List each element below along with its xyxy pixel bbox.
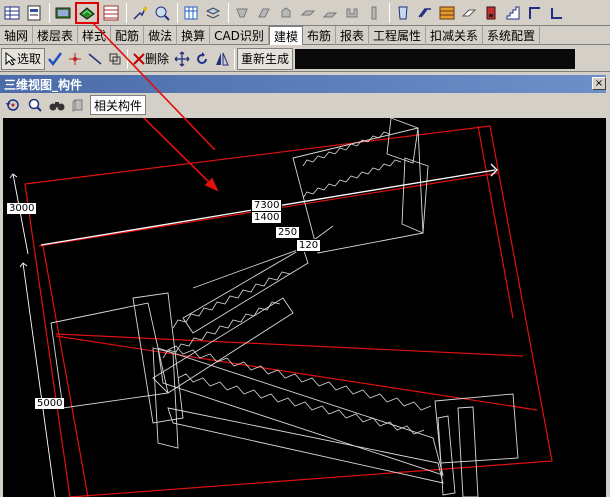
- annotation-arrow: [142, 118, 219, 192]
- tab-style[interactable]: 样式: [78, 26, 112, 45]
- delete-button[interactable]: 删除: [130, 48, 172, 70]
- eraser-icon[interactable]: [459, 3, 479, 23]
- toolbar-separator: [228, 2, 229, 23]
- delete-x-icon: [133, 52, 145, 65]
- beam-icon[interactable]: [415, 3, 435, 23]
- component-icon[interactable]: [68, 95, 90, 115]
- zoom-icon[interactable]: [152, 3, 172, 23]
- side-label-5000: 5000: [35, 398, 65, 409]
- 3d-view-panel: 三维视图_构件 × 相关构件 7300 1400 250 120 3000 50…: [0, 75, 610, 497]
- command-status-area: [295, 48, 576, 69]
- shape4-icon[interactable]: [298, 3, 318, 23]
- line-icon[interactable]: [85, 48, 105, 70]
- shape6-icon[interactable]: [342, 3, 362, 23]
- shape2-icon[interactable]: [254, 3, 274, 23]
- dimension-label-250: 250: [275, 226, 301, 239]
- tab-method[interactable]: 做法: [144, 26, 178, 45]
- point-icon[interactable]: [65, 48, 85, 70]
- side-label-3000: 3000: [7, 203, 37, 214]
- tab-report[interactable]: 报表: [336, 26, 369, 45]
- stair-drawing: [9, 118, 553, 497]
- tab-convert[interactable]: 换算: [177, 26, 211, 45]
- tab-axis[interactable]: 轴网: [0, 26, 34, 45]
- column-icon[interactable]: [393, 3, 413, 23]
- steps-middle: [162, 271, 291, 359]
- view-toolbar: 相关构件: [0, 94, 606, 116]
- tab-rebar[interactable]: 布筋: [303, 26, 336, 45]
- zoom-view-icon[interactable]: [24, 95, 46, 115]
- toolbar-separator: [126, 2, 127, 23]
- command-bar: 选取 删除 重新生成: [0, 46, 610, 72]
- dimension-label-1400: 1400: [251, 211, 283, 224]
- offset-icon[interactable]: [105, 48, 125, 70]
- tab-project-properties[interactable]: 工程属性: [369, 26, 426, 45]
- command-separator: [234, 48, 236, 69]
- shape5-icon[interactable]: [320, 3, 340, 23]
- outline-frame: [24, 125, 553, 497]
- mirror-icon[interactable]: [212, 48, 232, 70]
- side-dimension-lines: [9, 173, 56, 497]
- table-icon[interactable]: [2, 3, 22, 23]
- dimension-label-120: 120: [296, 239, 322, 252]
- stair-structure: [50, 118, 519, 497]
- 3d-view-icon[interactable]: [75, 1, 99, 24]
- tab-cad-recognize[interactable]: CAD识别: [210, 26, 269, 45]
- 3d-canvas[interactable]: 7300 1400 250 120 3000 5000: [3, 118, 606, 497]
- select-button[interactable]: 选取: [1, 47, 46, 70]
- app-window: 轴网 楼层表 样式 配筋 做法 换算 CAD识别 建模 布筋 报表 工程属性 扣…: [0, 0, 610, 497]
- toolbar-separator: [49, 2, 50, 23]
- rotate-icon[interactable]: [192, 48, 212, 70]
- tab-deduction[interactable]: 扣减关系: [426, 26, 484, 45]
- cursor-icon: [5, 51, 17, 66]
- corner-icon[interactable]: [525, 3, 545, 23]
- tab-modeling[interactable]: 建模: [268, 26, 303, 45]
- toolbar-separator: [177, 2, 178, 23]
- panel-title: 三维视图_构件: [4, 77, 83, 92]
- shape7-icon[interactable]: [364, 3, 384, 23]
- toolbar-separator: [389, 2, 390, 23]
- related-components-button[interactable]: 相关构件: [90, 95, 147, 115]
- grid-icon[interactable]: [101, 3, 121, 23]
- tab-reinforcement[interactable]: 配筋: [111, 26, 145, 45]
- module-tabs: 轴网 楼层表 样式 配筋 做法 换算 CAD识别 建模 布筋 报表 工程属性 扣…: [0, 26, 610, 45]
- command-separator: [127, 48, 129, 69]
- regenerate-button[interactable]: 重新生成: [237, 47, 294, 70]
- layer-icon[interactable]: [181, 3, 201, 23]
- check-icon[interactable]: [45, 48, 65, 70]
- shape1-icon[interactable]: [232, 3, 252, 23]
- tab-system-config[interactable]: 系统配置: [483, 26, 541, 45]
- main-toolbar: [0, 0, 610, 26]
- binoculars-icon[interactable]: [46, 95, 68, 115]
- delete-label: 删除: [145, 52, 170, 66]
- select-label: 选取: [17, 52, 42, 66]
- view-icon[interactable]: [53, 3, 73, 23]
- orbit-icon[interactable]: [2, 95, 24, 115]
- shape3-icon[interactable]: [276, 3, 296, 23]
- stack-icon[interactable]: [203, 3, 223, 23]
- close-button[interactable]: ×: [592, 77, 606, 90]
- move-icon[interactable]: [172, 48, 192, 70]
- tab-floor-table[interactable]: 楼层表: [33, 26, 79, 45]
- stair-icon[interactable]: [503, 3, 523, 23]
- more-icon[interactable]: [547, 3, 567, 23]
- properties-icon[interactable]: [24, 3, 44, 23]
- wall-icon[interactable]: [481, 3, 501, 23]
- panel-titlebar: 三维视图_构件: [0, 75, 606, 93]
- slab-icon[interactable]: [437, 3, 457, 23]
- draw-icon[interactable]: [130, 3, 150, 23]
